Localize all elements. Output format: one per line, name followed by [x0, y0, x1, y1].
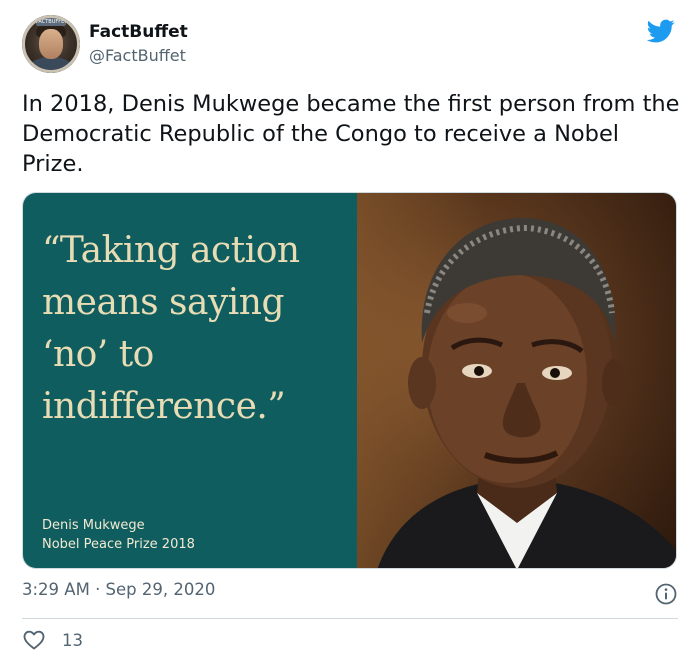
avatar[interactable]: FACTBUFFET [22, 15, 80, 73]
like-button[interactable]: 13 [22, 628, 83, 652]
attribution-prize: Nobel Peace Prize 2018 [42, 537, 195, 552]
like-count: 13 [62, 630, 83, 650]
author-name[interactable]: FactBuffet [89, 22, 188, 42]
heart-icon[interactable] [22, 628, 46, 652]
portrait-illustration [377, 218, 676, 568]
tweet-media[interactable]: “Taking action means saying ‘no’ to indi… [22, 192, 677, 569]
twitter-bird-icon[interactable] [645, 17, 677, 45]
attribution-name: Denis Mukwege [42, 518, 145, 533]
portrait-photo [357, 193, 676, 568]
info-icon[interactable] [654, 582, 678, 606]
quote-panel: “Taking action means saying ‘no’ to indi… [23, 193, 357, 568]
quote-text: “Taking action means saying ‘no’ to indi… [42, 230, 300, 427]
quote-attribution: Denis Mukwege Nobel Peace Prize 2018 [42, 516, 195, 554]
tweet-card: FACTBUFFET FactBuffet @FactBuffet In 201… [0, 0, 700, 672]
divider [22, 618, 678, 619]
author-handle[interactable]: @FactBuffet [89, 46, 186, 65]
tweet-text: In 2018, Denis Mukwege became the first … [22, 91, 680, 177]
tweet-timestamp[interactable]: 3:29 AM · Sep 29, 2020 [22, 580, 215, 599]
